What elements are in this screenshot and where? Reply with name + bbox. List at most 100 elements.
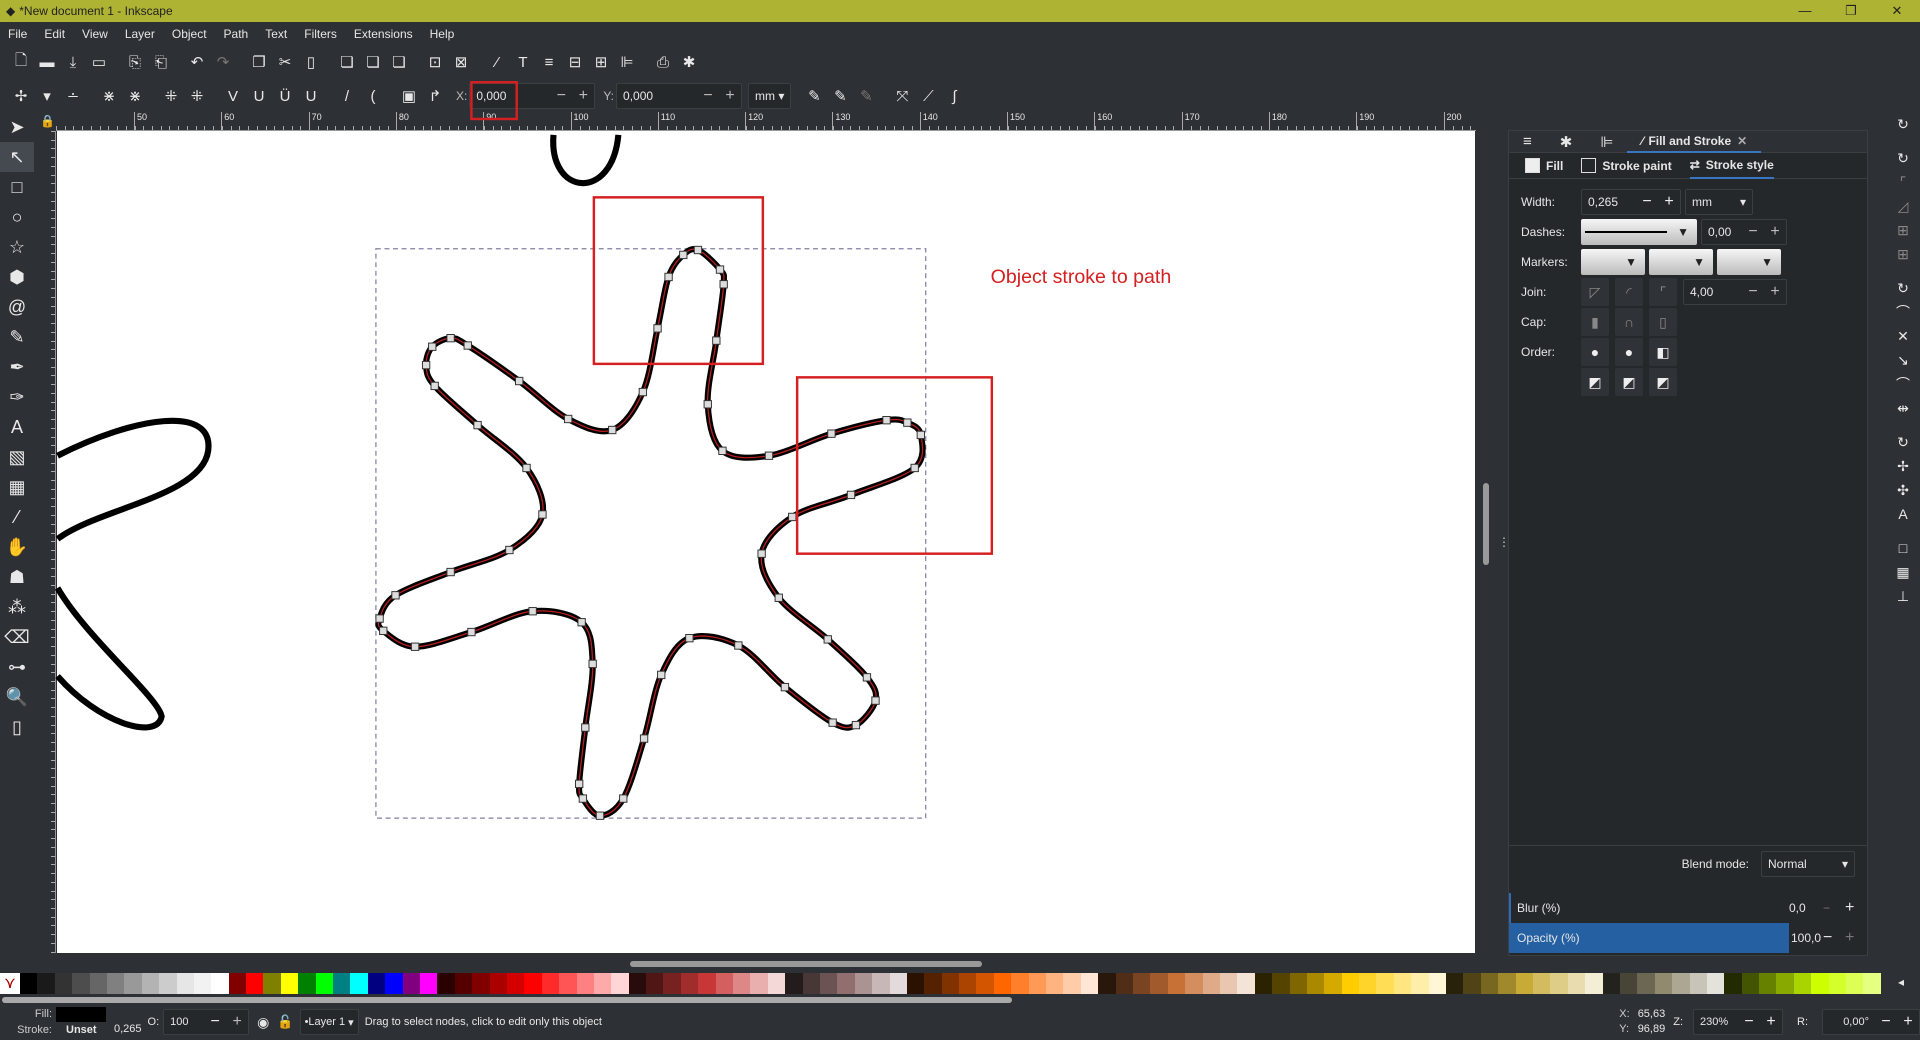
end-marker-select[interactable]: ▼	[1717, 249, 1781, 275]
palette-swatch[interactable]	[402, 973, 420, 994]
palette-swatch[interactable]	[715, 973, 734, 994]
x-field[interactable]: 0,000− +	[469, 83, 596, 109]
paint-bucket-tool-icon[interactable]: ✋	[0, 532, 34, 562]
palette-swatch[interactable]	[37, 973, 55, 994]
palette-swatch[interactable]	[1133, 973, 1151, 994]
palette-swatch[interactable]	[1411, 973, 1429, 994]
unit-select[interactable]: mm ▾	[748, 83, 792, 109]
palette-swatch[interactable]	[1185, 973, 1203, 994]
menu-file[interactable]: File	[8, 27, 27, 41]
order-markers-fill-stroke-icon[interactable]: ◩	[1581, 368, 1609, 396]
snap-bbox-edges-icon[interactable]: ⌜	[1886, 170, 1920, 194]
palette-swatch[interactable]	[819, 973, 838, 994]
palette-swatch[interactable]	[698, 973, 716, 994]
minimize-button[interactable]: —	[1782, 3, 1828, 19]
palette-swatch[interactable]	[1463, 973, 1481, 994]
zoom-tool-icon[interactable]: 🔍	[0, 682, 34, 712]
palette-swatch[interactable]	[802, 973, 820, 994]
snap-grid-icon[interactable]: ▦	[1886, 560, 1920, 584]
export-icon[interactable]: ⎗	[148, 49, 174, 75]
palette-swatch[interactable]	[1359, 973, 1377, 994]
palette-swatch[interactable]	[333, 973, 351, 994]
palette-menu-icon[interactable]: ◂	[1898, 975, 1904, 989]
palette-swatch[interactable]	[176, 973, 194, 994]
palette-swatch[interactable]	[872, 973, 890, 994]
palette-swatch[interactable]	[1619, 973, 1638, 994]
delete-segment-icon[interactable]: ⁜	[184, 83, 210, 109]
preferences-icon[interactable]: ✱	[676, 49, 702, 75]
new-document-icon[interactable]: 🗋	[8, 49, 34, 75]
print-icon[interactable]: ▭	[86, 49, 112, 75]
menu-object[interactable]: Object	[172, 27, 207, 41]
palette-swatch[interactable]	[89, 973, 107, 994]
join-segment-icon[interactable]: ⁜	[158, 83, 184, 109]
layers-tab-icon[interactable]: ≡	[1509, 131, 1546, 153]
fill-indicator[interactable]	[56, 1006, 106, 1022]
palette-swatch[interactable]	[1306, 973, 1325, 994]
order-fill-stroke-markers-icon[interactable]: ●	[1581, 338, 1609, 366]
layers-icon[interactable]: ≡	[536, 49, 562, 75]
star-tool-icon[interactable]: ☆	[0, 232, 34, 262]
pen-tool-icon[interactable]: ✑	[0, 382, 34, 412]
palette-swatch[interactable]	[1046, 973, 1064, 994]
insert-node-icon[interactable]: ✢	[8, 83, 34, 109]
3d-box-tool-icon[interactable]: ⬢	[0, 262, 34, 292]
object-to-path-icon[interactable]: ▣	[396, 83, 422, 109]
show-handles-icon[interactable]: ⟋	[915, 83, 941, 109]
palette-swatch[interactable]	[1585, 973, 1603, 994]
palette-swatch[interactable]	[1480, 973, 1499, 994]
snap-rotation-center-icon[interactable]: ✣	[1886, 478, 1920, 502]
palette-swatch[interactable]	[767, 973, 786, 994]
eraser-tool-icon[interactable]: ⌫	[0, 622, 34, 652]
auto-smooth-node-icon[interactable]: U	[298, 83, 324, 109]
palette-swatch[interactable]	[246, 973, 264, 994]
horizontal-scrollbar[interactable]	[630, 961, 982, 967]
palette-swatch[interactable]	[1846, 973, 1864, 994]
duplicate-icon[interactable]: ❏	[334, 49, 360, 75]
y-field[interactable]: 0,000− +	[616, 83, 743, 109]
snap-center-icon[interactable]: ✢	[1886, 454, 1920, 478]
menu-help[interactable]: Help	[430, 27, 455, 41]
transform-handles-icon[interactable]: ⤧	[889, 83, 915, 109]
palette-swatch[interactable]	[593, 973, 612, 994]
clip-path-icon[interactable]: ✎	[801, 83, 827, 109]
cut-icon[interactable]: ✂	[272, 49, 298, 75]
palette-swatch[interactable]	[1567, 973, 1586, 994]
text-font-icon[interactable]: T	[510, 49, 536, 75]
palette-swatch[interactable]	[1689, 973, 1707, 994]
palette-swatch[interactable]	[1654, 973, 1673, 994]
dash-pattern-select[interactable]: ▼	[1581, 219, 1697, 245]
palette-swatch[interactable]	[889, 973, 907, 994]
palette-swatch[interactable]	[1793, 973, 1812, 994]
start-marker-select[interactable]: ▼	[1581, 249, 1645, 275]
menu-path[interactable]: Path	[224, 27, 249, 41]
x-decrement[interactable]: −	[550, 87, 572, 105]
snap-paths-icon[interactable]: ⌒	[1886, 300, 1920, 324]
snap-bbox-midpoints-icon[interactable]: ⊞	[1886, 218, 1920, 242]
group-icon[interactable]: ⊡	[422, 49, 448, 75]
palette-swatch[interactable]	[1167, 973, 1186, 994]
palette-swatch[interactable]	[611, 973, 629, 994]
palette-swatch[interactable]	[280, 973, 299, 994]
palette-swatch[interactable]	[1376, 973, 1394, 994]
palette-swatch[interactable]	[472, 973, 490, 994]
palette-scrollbar[interactable]	[2, 997, 1012, 1003]
palette-swatch[interactable]	[159, 973, 177, 994]
palette-swatch[interactable]	[489, 973, 507, 994]
palette-swatch[interactable]	[941, 973, 960, 994]
palette-swatch[interactable]	[1219, 973, 1238, 994]
stroke-to-path-icon[interactable]: ↱	[422, 83, 448, 109]
curve-segment-icon[interactable]: (	[360, 83, 386, 109]
round-cap-icon[interactable]: ∩	[1615, 308, 1643, 336]
palette-swatch[interactable]	[785, 973, 803, 994]
miter-limit-field[interactable]: 4,00− +	[1683, 279, 1787, 305]
butt-cap-icon[interactable]: ▮	[1581, 308, 1609, 336]
menu-filters[interactable]: Filters	[304, 27, 337, 41]
palette-swatch[interactable]	[1602, 973, 1620, 994]
palette-swatch[interactable]	[1828, 973, 1847, 994]
align-icon[interactable]: ⊫	[614, 49, 640, 75]
ellipse-tool-icon[interactable]: ○	[0, 202, 34, 232]
menu-view[interactable]: View	[82, 27, 108, 41]
palette-swatch[interactable]	[1289, 973, 1307, 994]
palette-swatch[interactable]	[1532, 973, 1551, 994]
